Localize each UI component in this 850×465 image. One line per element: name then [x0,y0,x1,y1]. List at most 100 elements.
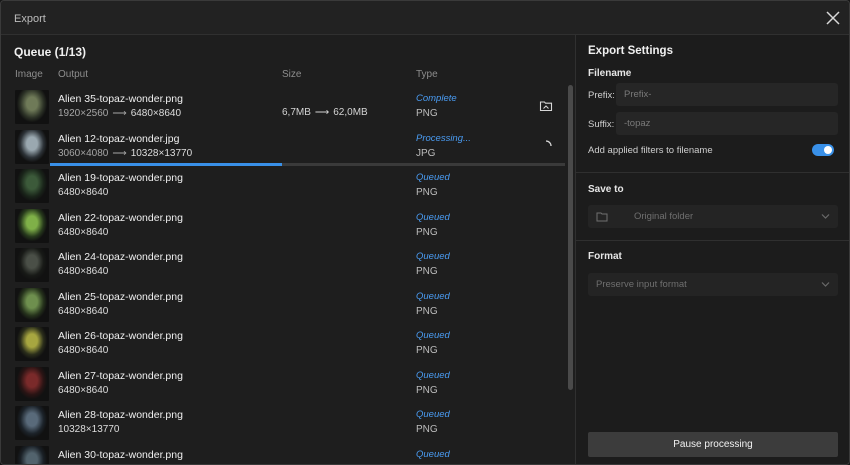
status-label: Queued [416,211,450,223]
chevron-down-icon [821,214,830,219]
output-size: 62,0MB [333,107,368,118]
folder-icon [596,212,608,222]
queue-row[interactable]: Alien 27-topaz-wonder.png 6480×8640 Queued… [1,364,569,403]
file-name: Alien 19-topaz-wonder.png [58,172,183,184]
file-name: Alien 30-topaz-wonder.png [58,448,183,461]
arrow-icon: ⟶ [112,108,127,119]
format-value: Preserve input format [596,279,687,290]
image-thumbnail [15,169,49,203]
image-thumbnail [15,129,49,164]
suffix-input[interactable]: -topaz [616,112,838,135]
spinner-icon [545,139,552,146]
status-label: Queued [416,369,450,381]
chevron-down-icon [821,282,830,287]
column-header-type: Type [416,69,438,80]
file-name: Alien 25-topaz-wonder.png [58,290,183,303]
column-header-output: Output [58,69,89,80]
target-dimensions: 10328×13770 [130,147,193,159]
queue-row[interactable]: Alien 22-topaz-wonder.png 6480×8640 Queued… [1,206,569,245]
input-dimensions: 1920×2560 [58,108,109,119]
pause-processing-button[interactable]: Pause processing [588,432,838,457]
file-type: PNG [416,305,438,317]
queue-row[interactable]: Alien 35-topaz-wonder.png 1920×2560 ⟶ 6480×… [1,87,569,126]
open-folder-icon[interactable] [539,99,553,113]
image-thumbnail [15,445,49,464]
file-name: Alien 22-topaz-wonder.png [58,211,183,224]
file-type: PNG [416,108,438,119]
image-thumbnail [15,406,49,440]
file-type: PNG [416,384,438,396]
queue-panel: Queue (1/13) Image Output Size Type Alie… [1,35,575,464]
queue-scrollbar[interactable] [568,85,573,390]
prefix-label: Prefix: [588,90,615,101]
save-to-value: Original folder [634,211,694,222]
suffix-label: Suffix: [588,119,615,130]
file-name: Alien 24-topaz-wonder.png [58,251,183,263]
status-label: Queued [416,448,450,460]
queue-row[interactable]: Alien 12-topaz-wonder.jpg 3060×4080 ⟶ 10328… [1,127,569,166]
file-name: Alien 28-topaz-wonder.png [58,409,183,421]
divider [576,172,849,173]
file-type: PNG [416,226,438,238]
queue-row[interactable]: Alien 24-topaz-wonder.png 6480×8640 Queued… [1,245,569,284]
queue-row[interactable]: Alien 28-topaz-wonder.png 10328×13770 Queu… [1,403,569,442]
image-thumbnail [15,208,49,243]
window-title: Export [14,13,46,25]
output-dimensions: 6480×8640 [58,305,109,317]
output-dimensions: 3060×4080 ⟶ 10328×13770 [58,148,192,159]
input-size: 6,7MB [282,107,311,118]
save-to-label: Save to [588,184,624,195]
close-icon[interactable] [824,9,842,27]
file-size: 6,7MB ⟶ 62,0MB [282,107,368,118]
queue-title: Queue (1/13) [14,45,87,59]
export-settings-panel: Export Settings Filename Prefix: Prefix-… [575,35,849,464]
toggle-knob [824,146,832,154]
output-dimensions: 6480×8640 [58,345,109,356]
title-bar: Export [1,1,849,35]
file-type: PNG [416,266,438,277]
format-select[interactable]: Preserve input format [588,273,838,296]
image-thumbnail [15,366,49,401]
image-thumbnail [15,90,49,124]
queue-row[interactable]: Alien 19-topaz-wonder.png 6480×8640 Queued… [1,166,569,205]
image-thumbnail [15,327,49,361]
status-label: Queued [416,251,450,262]
input-dimensions: 3060×4080 [58,147,109,159]
output-dimensions: 6480×8640 [58,266,109,277]
queue-row[interactable]: Alien 26-topaz-wonder.png 6480×8640 Queued… [1,324,569,363]
output-dimensions: 10328×13770 [58,424,120,435]
status-label: Queued [416,290,450,302]
image-thumbnail [15,287,49,322]
status-label: Queued [416,172,450,183]
status-label: Queued [416,409,450,420]
queue-row[interactable]: Alien 30-topaz-wonder.png Queued [1,443,569,464]
save-to-select[interactable]: Original folder [588,205,838,228]
prefix-input[interactable]: Prefix- [616,83,838,106]
arrow-icon: ⟶ [314,107,330,118]
export-dialog: Export Queue (1/13) Image Output Size Ty… [0,0,850,465]
format-label: Format [588,251,622,262]
file-name: Alien 35-topaz-wonder.png [58,93,183,105]
add-filters-label: Add applied filters to filename [588,145,713,156]
file-name: Alien 12-topaz-wonder.jpg [58,132,180,145]
column-header-image: Image [15,69,43,80]
column-header-size: Size [282,69,302,80]
target-dimensions: 6480×8640 [130,108,182,119]
file-type: PNG [416,424,438,435]
filename-label: Filename [588,68,632,79]
status-label: Complete [416,93,457,104]
output-dimensions: 6480×8640 [58,226,109,238]
file-name: Alien 27-topaz-wonder.png [58,369,183,382]
file-name: Alien 26-topaz-wonder.png [58,330,183,342]
queue-row[interactable]: Alien 25-topaz-wonder.png 6480×8640 Queued… [1,285,569,324]
file-type: PNG [416,187,438,198]
settings-title: Export Settings [588,45,673,57]
file-type: JPG [416,147,436,159]
output-dimensions: 6480×8640 [58,187,109,198]
output-dimensions: 6480×8640 [58,384,109,396]
status-label: Queued [416,330,450,341]
arrow-icon: ⟶ [112,147,127,159]
image-thumbnail [15,248,49,282]
output-dimensions: 1920×2560 ⟶ 6480×8640 [58,108,181,119]
add-filters-toggle[interactable] [812,144,834,156]
